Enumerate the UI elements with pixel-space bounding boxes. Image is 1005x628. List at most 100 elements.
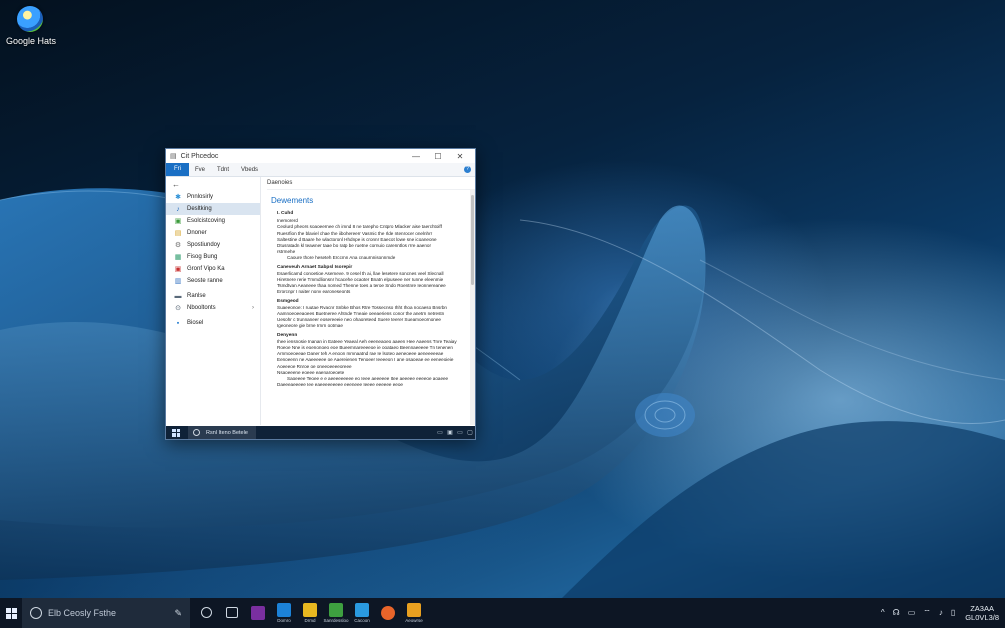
tray-icon[interactable]: ▯ xyxy=(951,608,955,618)
window-title: Cit Phcedoc xyxy=(180,152,219,160)
taskbar-search-placeholder: Elb Ceosly Fsthe xyxy=(48,608,117,618)
document-body: I. Cuhd Inemorerd Ceolurd pheors soaoeerne… xyxy=(267,211,475,388)
app-blue-icon[interactable]: Domro xyxy=(274,598,294,628)
back-arrow-icon[interactable]: ← xyxy=(166,179,260,191)
app-glyph xyxy=(251,605,265,620)
folder-icon: ✱ xyxy=(175,193,181,201)
clock[interactable]: ZA3AA GL0VL3/8 xyxy=(965,604,999,622)
ribbon: Fri Fve Tdnt Vbeds ? xyxy=(166,163,475,177)
strip-search-text: Rsnl Iteno Betele xyxy=(206,429,248,436)
tray-icon[interactable]: ☊ xyxy=(893,608,900,618)
tray-icon[interactable]: ▣ xyxy=(445,429,455,436)
scrollbar-thumb[interactable] xyxy=(471,195,474,285)
title-bar: ▤ Cit Phcedoc — ☐ ✕ xyxy=(166,149,475,163)
app-label: Drmd xyxy=(304,618,316,623)
folder-icon: ▦ xyxy=(174,253,182,261)
sidebar-item[interactable]: ▤ Dnoner xyxy=(166,227,260,239)
app-glyph xyxy=(200,607,212,618)
sidebar-item[interactable]: ⚙ Spostiundoy xyxy=(166,239,260,251)
app-green-icon[interactable]: Sanrdessloo xyxy=(323,598,349,628)
app-glyph xyxy=(226,607,238,618)
page-title: Dewements xyxy=(271,196,314,205)
windows-logo-icon[interactable] xyxy=(172,428,180,437)
app-glyph xyxy=(277,603,291,617)
close-button[interactable]: ✕ xyxy=(449,152,471,161)
app-glyph xyxy=(381,605,395,620)
app-firefox-icon[interactable] xyxy=(378,598,398,628)
app-glyph xyxy=(407,603,421,617)
ribbon-file-tab[interactable]: Fri xyxy=(166,163,189,176)
sidebar-item[interactable]: ▬ Ranlse xyxy=(166,290,260,302)
folder-icon: ▣ xyxy=(174,217,182,225)
scrollbar[interactable] xyxy=(470,189,475,425)
start-button[interactable] xyxy=(0,598,22,628)
tray-icon[interactable]: ▭ xyxy=(435,429,445,436)
clock-date: GL0VL3/8 xyxy=(965,613,999,622)
minimize-button[interactable]: — xyxy=(405,152,427,161)
sidebar-item-label: Pnnlosirly xyxy=(187,194,214,200)
app-glyph xyxy=(355,603,369,617)
app-cyan-icon[interactable]: Cacoon xyxy=(352,598,372,628)
sidebar-item-label: Biosel xyxy=(187,320,204,326)
sidebar-item-label: Esolcistcoving xyxy=(187,218,226,224)
folder-icon: ⊙ xyxy=(175,304,181,312)
windows-logo-icon xyxy=(5,607,17,619)
sidebar-item[interactable]: ▥ Seoste ranne xyxy=(166,275,260,287)
task-view-icon[interactable] xyxy=(196,598,216,628)
taskbar: Elb Ceosly Fsthe ✎ Domro Drmd Sanrdessloo C… xyxy=(0,598,1005,628)
app-label: Sanrdessloo xyxy=(323,618,349,623)
paragraph-line: Daeeeaeeeee Iee eaeeeeeeeee eeeneee Ieee… xyxy=(277,382,403,388)
ribbon-tab[interactable]: Tdnt xyxy=(211,167,235,173)
search-icon xyxy=(30,607,42,619)
sidebar-item[interactable]: ▪ Biosel xyxy=(166,317,260,329)
taskbar-search[interactable]: Elb Ceosly Fsthe ✎ xyxy=(22,598,190,628)
app-yellow-icon[interactable]: Drmd xyxy=(300,598,320,628)
app-label: Cacoon xyxy=(354,618,370,623)
tray-icon[interactable]: ⌔ xyxy=(923,608,931,618)
sidebar-item[interactable]: ▦ Fisog Bung xyxy=(166,251,260,263)
folder-icon: ▪ xyxy=(176,319,180,327)
sidebar-item-label: Dnoner xyxy=(187,230,207,236)
tray-icon[interactable]: ▭ xyxy=(455,429,465,436)
folder-icon: ▬ xyxy=(174,292,182,300)
sidebar-item-label: Fisog Bung xyxy=(187,254,218,260)
sidebar-item[interactable]: ▣ Gronf Vipo Ka xyxy=(166,263,260,275)
app-label: Domro xyxy=(277,618,291,623)
ribbon-tab[interactable]: Vbeds xyxy=(235,167,264,173)
folder-icon: ♪ xyxy=(176,205,180,213)
app-glyph xyxy=(303,603,317,617)
clock-time: ZA3AA xyxy=(970,604,994,613)
sidebar-item-label: Gronf Vipo Ka xyxy=(187,266,225,272)
app-purple-icon[interactable] xyxy=(248,598,268,628)
strip-search[interactable]: Rsnl Iteno Betele xyxy=(188,426,256,439)
sidebar-item-label: Ranlse xyxy=(187,293,206,299)
tray-icon[interactable]: ^ xyxy=(881,608,885,618)
breadcrumb[interactable]: Daenoies xyxy=(267,177,475,190)
maximize-button[interactable]: ☐ xyxy=(427,152,449,161)
browser-icon xyxy=(17,6,43,32)
section-heading: I. Cuhd xyxy=(277,211,294,216)
widgets-icon[interactable] xyxy=(222,598,242,628)
desktop-icon[interactable]: Google Hats xyxy=(6,6,56,46)
help-icon[interactable]: ? xyxy=(464,166,471,173)
sidebar-item[interactable]: ▣ Esolcistcoving xyxy=(166,215,260,227)
sidebar-item[interactable]: ⊙ Nbooltonts › xyxy=(166,302,260,314)
search-icon xyxy=(193,429,200,436)
paragraph-line: Igeoneore gie brne Irnrn ootmae xyxy=(277,323,343,329)
tray-icon[interactable]: ▭ xyxy=(908,608,916,618)
sidebar-item-label: Spostiundoy xyxy=(187,242,221,248)
sidebar-item[interactable]: ♪ Desltking xyxy=(166,203,260,215)
tray-icon[interactable]: ▢ xyxy=(465,429,475,436)
chevron-right-icon[interactable]: › xyxy=(252,305,254,311)
sidebar-item-label: Desltking xyxy=(187,206,212,212)
wallpaper xyxy=(0,188,1005,600)
ribbon-tab[interactable]: Fve xyxy=(189,167,211,173)
microphone-icon[interactable]: ✎ xyxy=(174,608,182,619)
paragraph-line: Caoure thore heseteh Erccmn Ana cnaurnni… xyxy=(287,255,396,261)
folder-icon: ▣ xyxy=(174,265,182,273)
system-tray: ^ ☊ ▭ ⌔ ♪ ▯ ZA3AA GL0VL3/8 xyxy=(877,598,1005,628)
tray-icon[interactable]: ♪ xyxy=(939,608,943,618)
explorer-window: ▤ Cit Phcedoc — ☐ ✕ Fri Fve Tdnt Vbeds ?… xyxy=(165,148,476,440)
sidebar-item[interactable]: ✱ Pnnlosirly xyxy=(166,191,260,203)
app-orange-icon[interactable]: Aeowrse xyxy=(404,598,424,628)
